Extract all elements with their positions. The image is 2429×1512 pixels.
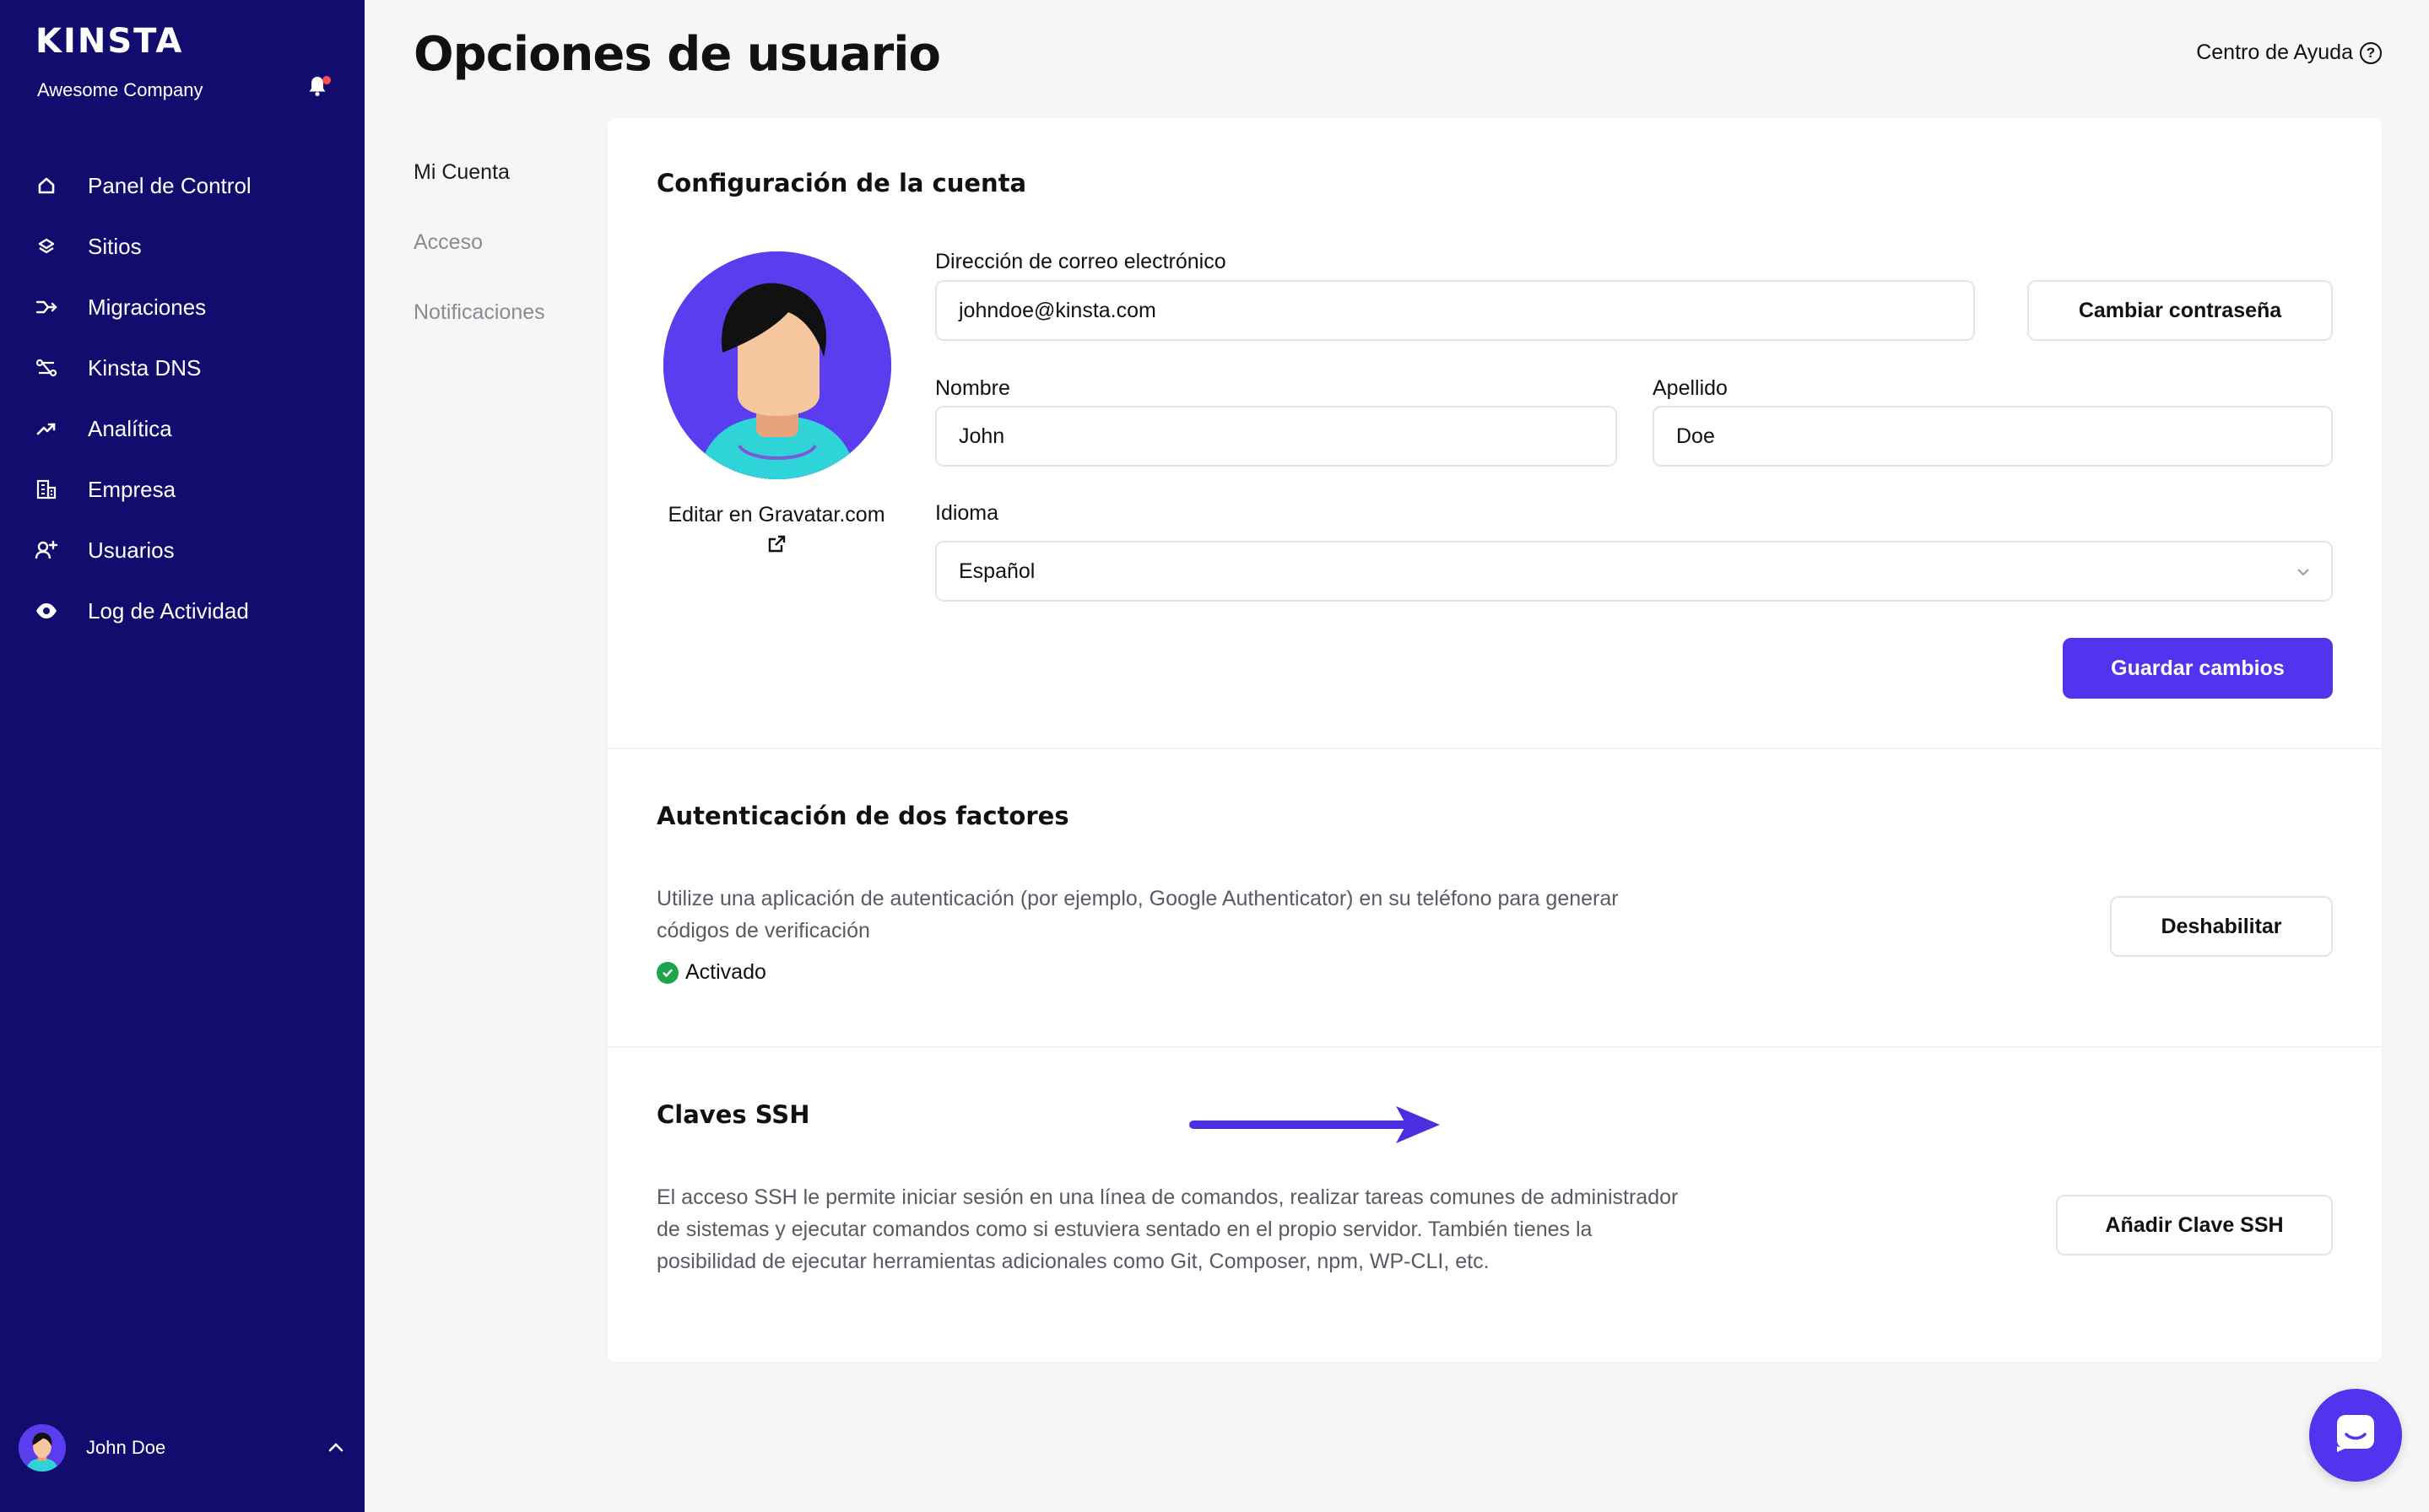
language-select[interactable]: Español (935, 541, 2333, 602)
help-center-link[interactable]: Centro de Ayuda ? (2196, 40, 2382, 65)
email-field[interactable]: johndoe@kinsta.com (935, 280, 1975, 341)
trend-icon (34, 416, 59, 441)
last-name-field[interactable]: Doe (1653, 406, 2333, 467)
ssh-description-line: de sistemas y ejecutar comandos como si … (657, 1218, 1593, 1241)
two-factor-description: Utilize una aplicación de autenticación … (657, 883, 1619, 947)
disable-2fa-button[interactable]: Deshabilitar (2110, 896, 2333, 957)
user-menu[interactable]: John Doe (19, 1423, 346, 1473)
sidebar-item-kinsta-dns[interactable]: Kinsta DNS (0, 338, 365, 398)
sidebar-item-label: Log de Actividad (88, 597, 249, 624)
two-factor-status: Activado (657, 960, 766, 985)
two-factor-status-label: Activado (685, 960, 766, 984)
chevron-down-icon (2294, 563, 2313, 581)
last-name-label: Apellido (1653, 376, 1728, 400)
edit-gravatar-label: Editar en Gravatar.com (668, 503, 885, 526)
sidebar-item-label: Kinsta DNS (88, 354, 202, 381)
arrow-right-icon (1185, 1103, 1445, 1147)
account-subnav: Mi Cuenta Acceso Notificaciones (414, 160, 545, 370)
ssh-description-line: El acceso SSH le permite iniciar sesión … (657, 1185, 1679, 1209)
chat-support-button[interactable] (2309, 1389, 2402, 1482)
settings-card: Configuración de la cuenta Editar en Gra… (608, 118, 2382, 1362)
sidebar-item-migraciones[interactable]: Migraciones (0, 277, 365, 338)
check-circle-icon (657, 961, 679, 984)
two-factor-section: Autenticación de dos factores Utilize un… (608, 748, 2382, 1046)
external-link-icon (766, 534, 787, 554)
add-ssh-key-button[interactable]: Añadir Clave SSH (2056, 1195, 2333, 1256)
first-name-label: Nombre (935, 376, 1010, 400)
ssh-keys-description: El acceso SSH le permite iniciar sesión … (657, 1181, 1678, 1277)
two-factor-description-line: códigos de verificación (657, 919, 870, 942)
sidebar-item-label: Sitios (88, 233, 142, 259)
sidebar-nav: Panel de Control Sitios Migraciones Kins… (0, 155, 365, 641)
two-factor-description-line: Utilize una aplicación de autenticación … (657, 887, 1619, 910)
question-circle-icon: ? (2360, 41, 2382, 64)
profile-avatar (663, 251, 891, 479)
sidebar-item-label: Panel de Control (88, 172, 252, 198)
help-center-label: Centro de Ayuda (2196, 40, 2353, 64)
account-section-title: Configuración de la cuenta (657, 169, 1027, 197)
two-factor-title: Autenticación de dos factores (657, 802, 1069, 830)
sidebar-item-label: Empresa (88, 476, 176, 502)
sidebar-item-label: Analítica (88, 415, 172, 441)
language-selected-value: Español (959, 559, 1036, 583)
subnav-notificaciones[interactable]: Notificaciones (414, 300, 545, 370)
home-icon (34, 173, 59, 198)
chat-icon (2334, 1412, 2377, 1459)
company-name[interactable]: Awesome Company (37, 79, 203, 101)
sidebar-item-empresa[interactable]: Empresa (0, 459, 365, 520)
building-icon (34, 477, 59, 502)
edit-gravatar-link[interactable]: Editar en Gravatar.com (641, 503, 912, 554)
chevron-up-icon (326, 1438, 346, 1458)
ssh-keys-section: Claves SSH El acceso SSH le permite inic… (608, 1046, 2382, 1362)
sidebar-item-analitica[interactable]: Analítica (0, 398, 365, 459)
sidebar-item-sitios[interactable]: Sitios (0, 216, 365, 277)
sidebar-item-label: Usuarios (88, 537, 175, 563)
change-password-button[interactable]: Cambiar contraseña (2027, 280, 2333, 341)
user-name: John Doe (86, 1437, 166, 1458)
sidebar-item-panel-de-control[interactable]: Panel de Control (0, 155, 365, 216)
ssh-keys-title: Claves SSH (657, 1100, 810, 1129)
save-changes-button[interactable]: Guardar cambios (2063, 638, 2333, 699)
language-label: Idioma (935, 501, 999, 525)
sidebar: KINSTA Awesome Company Panel de Control … (0, 0, 365, 1512)
kinsta-logo[interactable]: KINSTA (35, 22, 183, 61)
notification-bell-icon[interactable] (307, 74, 331, 100)
first-name-field[interactable]: John (935, 406, 1617, 467)
subnav-mi-cuenta[interactable]: Mi Cuenta (414, 160, 545, 230)
sidebar-item-log-de-actividad[interactable]: Log de Actividad (0, 580, 365, 641)
ssh-description-line: posibilidad de ejecutar herramientas adi… (657, 1250, 1490, 1273)
email-label: Dirección de correo electrónico (935, 250, 1226, 273)
sidebar-item-usuarios[interactable]: Usuarios (0, 520, 365, 580)
dns-icon (34, 355, 59, 381)
layers-icon (34, 234, 59, 259)
notification-dot (322, 76, 331, 84)
subnav-acceso[interactable]: Acceso (414, 230, 545, 300)
migrate-icon (34, 294, 59, 320)
user-add-icon (34, 537, 59, 563)
eye-icon (34, 598, 59, 624)
account-section: Configuración de la cuenta Editar en Gra… (608, 118, 2382, 748)
sidebar-item-label: Migraciones (88, 294, 207, 320)
page-title: Opciones de usuario (414, 27, 941, 82)
avatar (19, 1424, 66, 1472)
